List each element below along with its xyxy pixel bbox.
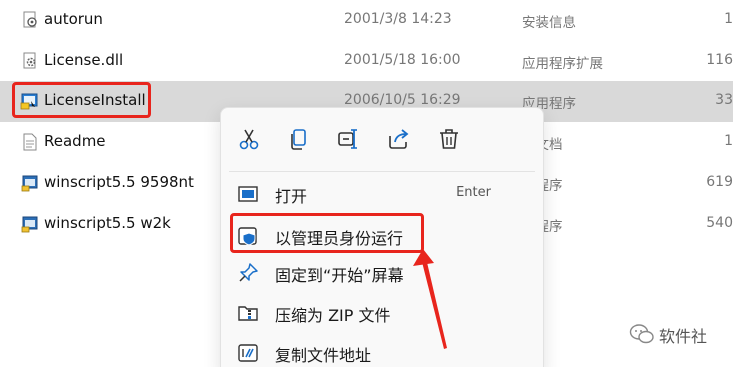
watermark: 软件社 (625, 321, 725, 347)
menu-item-label: 压缩为 ZIP 文件 (275, 306, 391, 325)
pin-icon (239, 263, 258, 282)
menu-item-label: 打开 (275, 187, 308, 206)
file-type: 安装信息 (522, 15, 576, 31)
rename-icon[interactable] (334, 124, 364, 154)
file-size: 619 (706, 174, 733, 190)
file-name: winscript5.5 9598nt (44, 173, 194, 191)
menu-item-shortcut: Enter (456, 185, 491, 200)
file-size: 540 (706, 215, 733, 231)
watermark-label: 软件社 (659, 327, 708, 346)
menu-item-pin-to-start[interactable]: 固定到“开始”屏幕 (225, 253, 541, 291)
copy-icon[interactable] (284, 124, 314, 154)
menu-item-label: 复制文件地址 (275, 346, 372, 365)
file-name: winscript5.5 w2k (44, 214, 171, 232)
file-size: 33 (715, 92, 733, 108)
file-row[interactable]: License.dll 2001/5/18 16:00 应用程序扩展 116 (0, 41, 733, 82)
cut-icon[interactable] (234, 124, 264, 154)
file-date: 2001/5/18 16:00 (344, 52, 461, 68)
menu-item-copy-path[interactable]: 复制文件地址 (225, 333, 541, 367)
menu-item-open[interactable]: 打开 Enter (225, 174, 541, 212)
application-icon (21, 216, 38, 233)
run-as-admin-highlight (230, 213, 424, 253)
file-size: 1 (724, 11, 733, 27)
file-type: 应用程序扩展 (522, 56, 603, 72)
open-app-icon (238, 186, 258, 202)
file-name: autorun (44, 10, 103, 28)
file-size: 116 (706, 52, 733, 68)
copy-path-icon (238, 344, 258, 362)
text-document-icon (23, 133, 37, 151)
menu-item-label: 固定到“开始”屏幕 (275, 266, 404, 285)
selected-file-highlight (12, 82, 151, 118)
file-date: 2006/10/5 16:29 (344, 92, 461, 108)
menu-separator (229, 171, 535, 172)
zip-folder-icon (238, 306, 258, 321)
file-name: License.dll (44, 51, 124, 69)
quick-actions-bar (221, 108, 545, 170)
menu-item-compress-zip[interactable]: 压缩为 ZIP 文件 (225, 293, 541, 331)
dll-file-icon (23, 52, 36, 69)
setup-info-icon (23, 11, 37, 28)
file-date: 2001/3/8 14:23 (344, 11, 452, 27)
application-icon (21, 175, 38, 192)
file-size: 1 (724, 133, 733, 149)
file-name: Readme (44, 132, 106, 150)
delete-icon[interactable] (434, 124, 464, 154)
wechat-icon (629, 324, 654, 344)
file-row[interactable]: autorun 2001/3/8 14:23 安装信息 1 (0, 0, 733, 41)
share-icon[interactable] (384, 124, 414, 154)
